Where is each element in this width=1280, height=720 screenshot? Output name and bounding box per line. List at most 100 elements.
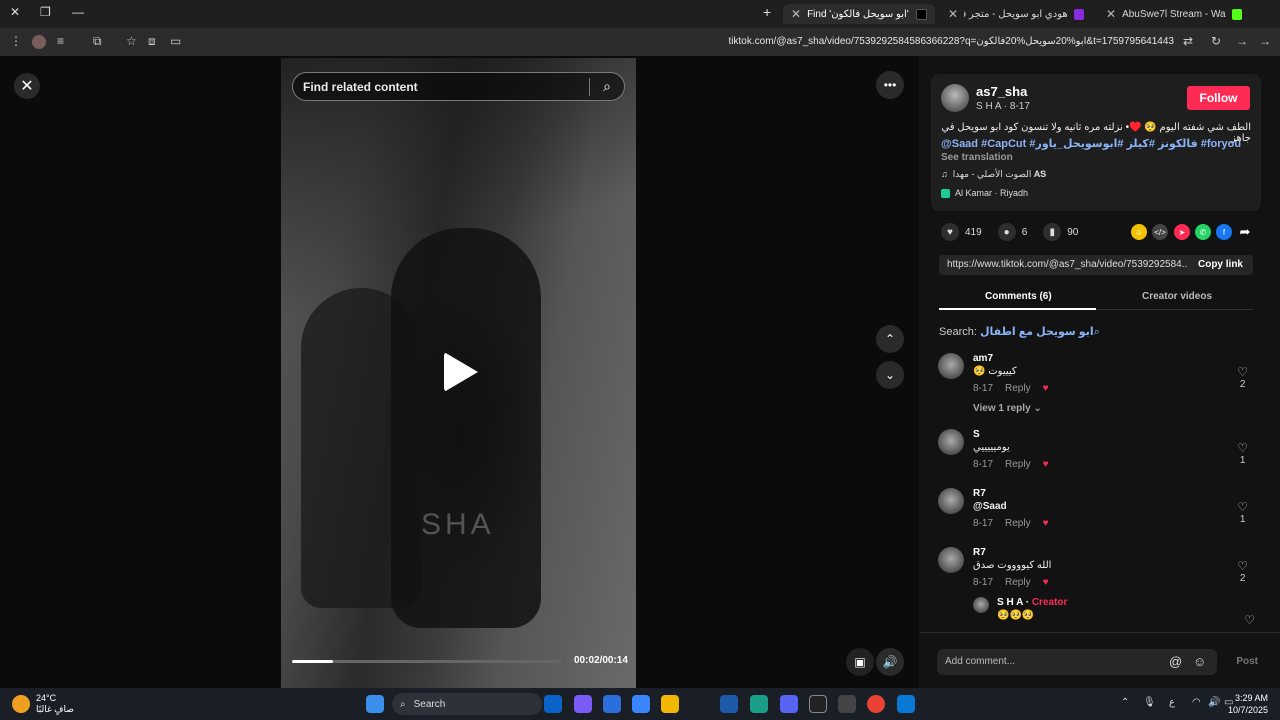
emoji-icon[interactable]: ☺ — [1193, 654, 1206, 669]
music-link[interactable]: ♫ الصوت الأصلي - مهدا 𝐀𝐒 — [941, 169, 1046, 180]
chrome-icon[interactable] — [867, 695, 885, 713]
avatar[interactable] — [938, 429, 964, 455]
comment-text[interactable]: @Saad — [973, 501, 1007, 512]
comment-author[interactable]: am7 — [973, 353, 993, 364]
facebook-icon[interactable]: f — [1216, 224, 1232, 240]
window-restore-icon[interactable]: ❐ — [40, 5, 51, 19]
language-indicator[interactable]: ع — [1169, 697, 1175, 708]
search-icon[interactable]: ⌕ — [590, 78, 624, 95]
outlook-icon[interactable] — [544, 695, 562, 713]
site-settings-icon[interactable]: ⇄ — [1183, 34, 1193, 48]
send-icon[interactable]: ➤ — [1174, 224, 1190, 240]
bookmark-star-icon[interactable]: ☆ — [126, 34, 137, 48]
window-close-icon[interactable]: ✕ — [10, 5, 20, 19]
comment-like-button[interactable]: ♡ 2 — [1237, 365, 1248, 390]
avatar[interactable] — [938, 547, 964, 573]
post-comment-button[interactable]: Post — [1236, 656, 1258, 667]
windows-start-icon[interactable] — [366, 695, 384, 713]
previous-video-button[interactable]: ⌃ — [876, 325, 904, 353]
wifi-icon[interactable]: ◠ — [1192, 697, 1201, 708]
install-icon[interactable]: ▭ — [170, 34, 181, 48]
search-query[interactable]: ابو سويحل مع اطفال — [980, 326, 1094, 338]
floating-player-icon[interactable]: ▣ — [846, 648, 874, 676]
app-icon[interactable] — [809, 695, 827, 713]
volume-icon[interactable]: 🔊 — [1208, 697, 1220, 708]
reply-button[interactable]: Reply — [1005, 518, 1031, 529]
menu-icon[interactable]: ⋮ — [10, 34, 22, 48]
tab-close-icon[interactable]: ✕ — [791, 7, 801, 21]
close-video-button[interactable]: ✕ — [14, 73, 40, 99]
avatar[interactable] — [938, 488, 964, 514]
copy-link-button[interactable]: Copy link — [1198, 259, 1243, 270]
weather-widget[interactable]: 24°C صافٍ غالبًا — [12, 693, 74, 715]
follow-button[interactable]: Follow — [1187, 86, 1250, 110]
tab-tiktok[interactable]: ✕ Find 'ابو سويحل فالكون' on TikTok — [783, 4, 935, 24]
tab-kick[interactable]: ✕ AbuSwe7l Stream - Watch Live — [1098, 4, 1250, 24]
comment-like-button[interactable]: ♡ 1 — [1237, 441, 1248, 466]
comment-search-suggestion[interactable]: Search: ابو سويحل مع اطفال⌕ — [939, 325, 1100, 339]
comment-like-button[interactable]: ♡ 2 — [1237, 559, 1248, 584]
tray-overflow-icon[interactable]: ⌃ — [1121, 697, 1129, 708]
next-video-button[interactable]: ⌄ — [876, 361, 904, 389]
reply-button[interactable]: Reply — [1005, 459, 1031, 470]
comment-author[interactable]: R7 — [973, 547, 986, 558]
see-translation-link[interactable]: See translation — [941, 152, 1013, 163]
like-button[interactable]: ♥ 419 — [941, 223, 982, 241]
microphone-icon[interactable]: 🎙 — [1143, 697, 1156, 708]
forward-icon[interactable]: → — [1236, 34, 1248, 48]
profile-avatar[interactable] — [32, 35, 46, 49]
reply-button[interactable]: Reply — [1005, 383, 1031, 394]
save-button[interactable]: ▮ 90 — [1043, 223, 1078, 241]
reload-icon[interactable]: ↻ — [1211, 34, 1221, 48]
tab-comments[interactable]: Comments (6) — [985, 291, 1052, 302]
edge-icon[interactable] — [750, 695, 768, 713]
share-icon[interactable]: ➦ — [1237, 224, 1253, 240]
defender-icon[interactable] — [603, 695, 621, 713]
copilot-icon[interactable] — [574, 695, 592, 713]
comment-author[interactable]: R7 — [973, 488, 986, 499]
related-search-input[interactable]: Find related content ⌕ — [292, 72, 625, 101]
store-icon[interactable] — [632, 695, 650, 713]
comment-author[interactable]: S — [973, 429, 980, 440]
video-progress-bar[interactable] — [292, 660, 562, 663]
avatar[interactable] — [973, 597, 989, 613]
location-link[interactable]: Al Kamar · Riyadh — [941, 188, 1028, 198]
settings-icon[interactable] — [720, 695, 738, 713]
split-view-icon[interactable]: ⧈ — [148, 34, 156, 49]
comment-like-button[interactable]: ♡ — [1244, 613, 1255, 627]
view-replies-button[interactable]: View 1 reply ⌄ — [973, 403, 1042, 414]
reply-button[interactable]: Reply — [1005, 577, 1031, 588]
add-comment-input[interactable]: Add comment... @ ☺ — [937, 649, 1217, 675]
app-icon[interactable] — [897, 695, 915, 713]
tab-creator-videos[interactable]: Creator videos — [1142, 291, 1212, 302]
post-hashtags[interactable]: @Saad #CapCut #فالكونز #كيلز #ابوسويحل_ي… — [941, 137, 1251, 150]
system-clock[interactable]: 3:29 AM 10/7/2025 — [1228, 692, 1268, 716]
avatar[interactable] — [941, 84, 969, 112]
tab-close-icon[interactable]: ✕ — [948, 7, 958, 21]
embed-icon[interactable]: </> — [1152, 224, 1168, 240]
back-icon[interactable]: → — [1259, 34, 1271, 48]
new-tab-button[interactable]: + — [763, 4, 771, 20]
taskbar-search[interactable]: ⌕ Search — [392, 693, 542, 715]
more-options-icon[interactable]: ••• — [876, 71, 904, 99]
address-bar-url[interactable]: tiktok.com/@as7_sha/video/75392925845863… — [729, 36, 1174, 47]
comment-button[interactable]: ● 6 — [997, 223, 1027, 241]
discord-icon[interactable] — [780, 695, 798, 713]
avatar[interactable] — [938, 353, 964, 379]
comment-like-button[interactable]: ♡ 1 — [1237, 500, 1248, 525]
whatsapp-icon[interactable]: ✆ — [1195, 224, 1211, 240]
mention-icon[interactable]: @ — [1169, 654, 1182, 669]
window-minimize-icon[interactable]: — — [72, 5, 84, 19]
extensions-icon[interactable]: ⧉ — [93, 34, 102, 49]
tab-store[interactable]: ✕ هودي ابو سويحل - متجر فيو فايف — [940, 4, 1092, 24]
play-icon[interactable] — [444, 352, 478, 392]
tab-close-icon[interactable]: ✕ — [1106, 7, 1116, 21]
volume-icon[interactable]: 🔊 — [876, 648, 904, 676]
share-link[interactable]: https://www.tiktok.com/@as7_sha/video/75… — [947, 259, 1187, 270]
media-icon[interactable]: ≡ — [57, 34, 64, 48]
emoji-share-icon[interactable]: ☺ — [1131, 224, 1147, 240]
file-explorer-icon[interactable] — [661, 695, 679, 713]
username[interactable]: as7_sha — [976, 84, 1027, 99]
steam-icon[interactable] — [838, 695, 856, 713]
reply-author[interactable]: S H A · Creator — [997, 597, 1067, 608]
